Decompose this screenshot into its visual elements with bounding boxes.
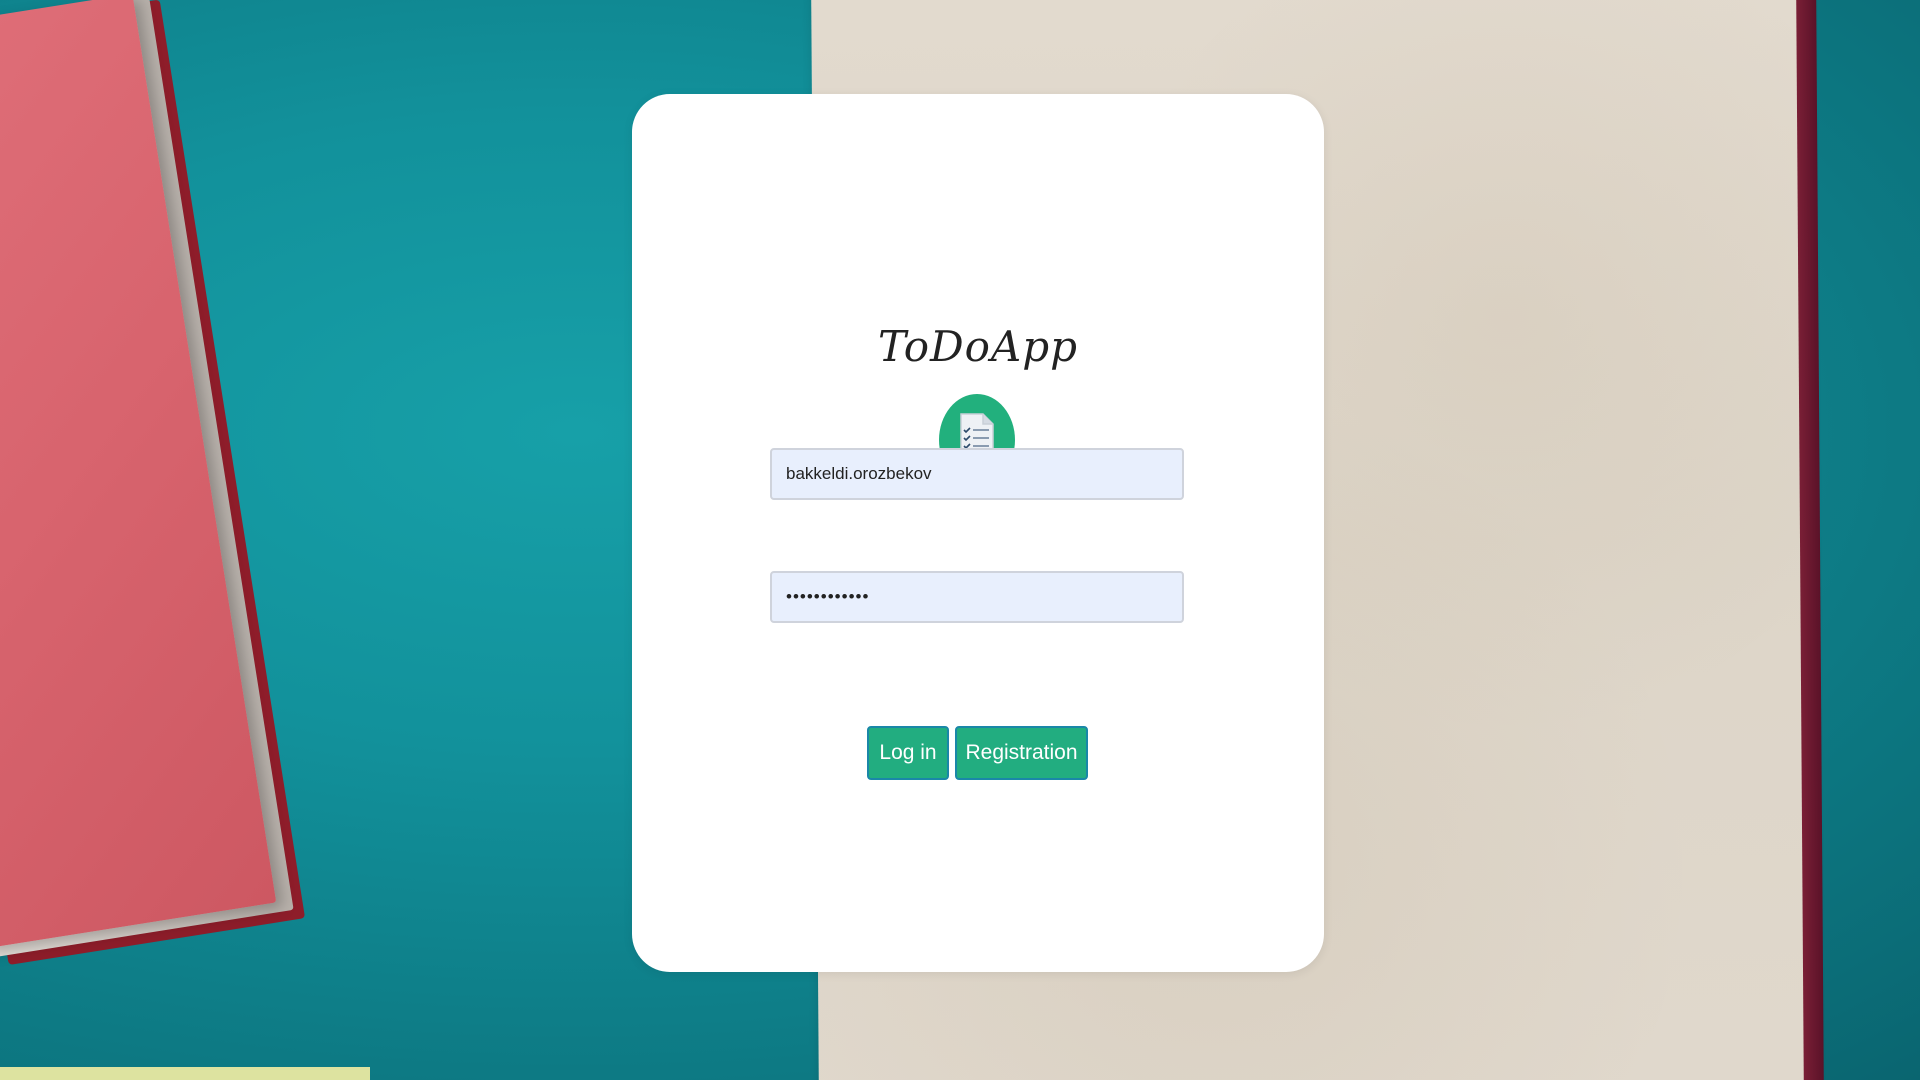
login-card: ToDoApp Log in Registration [632,94,1324,972]
password-input[interactable] [770,571,1184,623]
app-title: ToDoApp [877,322,1079,371]
login-button[interactable]: Log in [867,726,949,780]
background-sticky-note [0,1067,370,1080]
registration-button[interactable]: Registration [955,726,1088,780]
background-book [0,0,306,965]
username-input[interactable] [770,448,1184,500]
